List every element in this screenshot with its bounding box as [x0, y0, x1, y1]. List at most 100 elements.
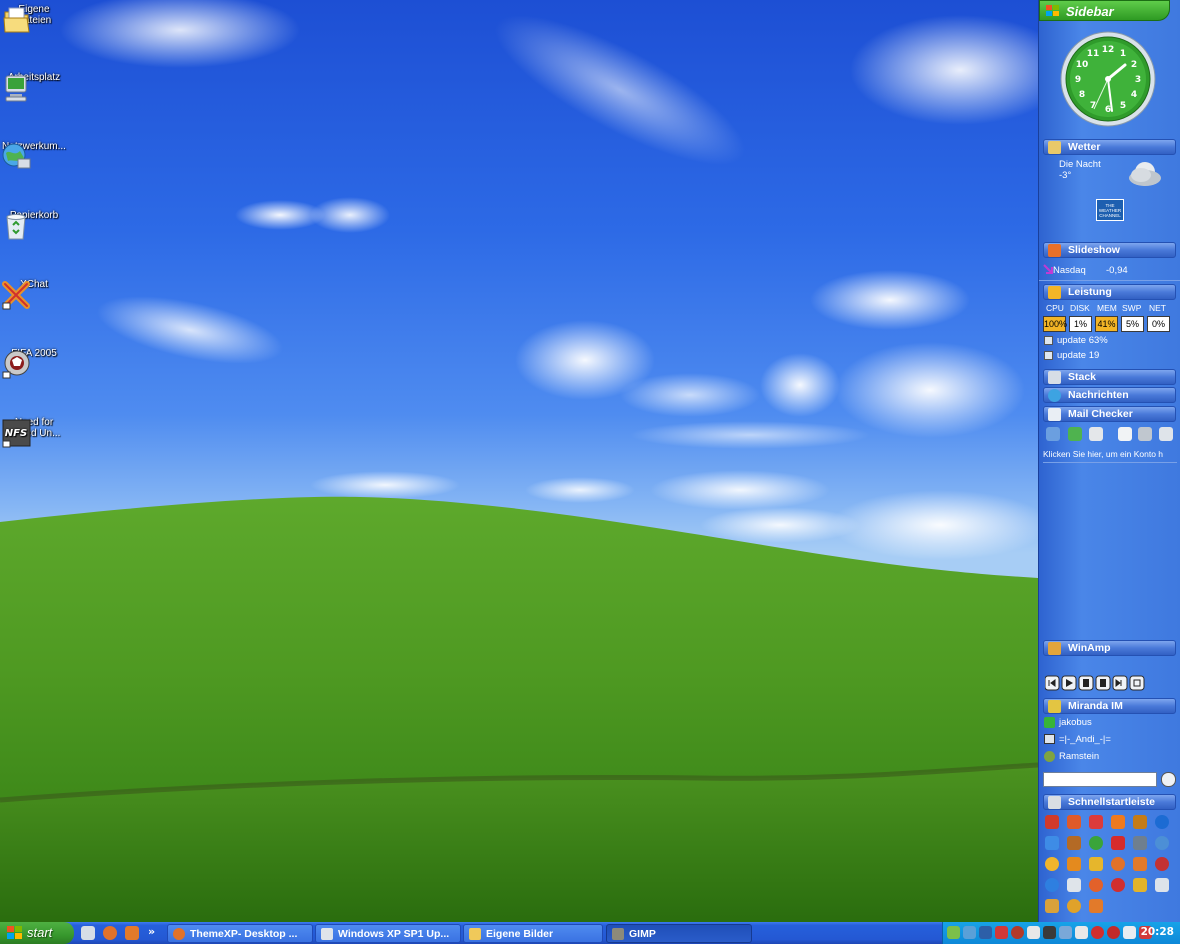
my-computer-icon — [5, 75, 27, 102]
tray-app-icon[interactable] — [979, 926, 992, 939]
app-icon[interactable] — [1045, 836, 1059, 850]
tray-app-icon[interactable] — [995, 926, 1008, 939]
acrobat-reader-icon[interactable] — [1045, 815, 1059, 829]
app-icon[interactable] — [1067, 878, 1081, 892]
app-icon[interactable] — [1067, 899, 1081, 913]
app-icon[interactable] — [1089, 836, 1103, 850]
gadget-miranda-header[interactable]: Miranda IM — [1043, 698, 1176, 714]
desktop-icon-xchat[interactable]: XChat — [0, 279, 68, 310]
gadget-mail-header[interactable]: Mail Checker — [1043, 406, 1176, 422]
slideshow-icon — [1048, 244, 1061, 257]
mail-settings-icon[interactable] — [1138, 427, 1152, 441]
weather-channel-logo[interactable]: THE WEATHER CHANNEL — [1096, 199, 1124, 221]
tray-app-icon[interactable] — [1075, 926, 1088, 939]
winamp-pause-button[interactable] — [1079, 675, 1093, 691]
tray-app-icon[interactable] — [1043, 926, 1056, 939]
svg-text:NFS: NFS — [5, 428, 27, 439]
app-icon[interactable] — [1045, 857, 1059, 871]
app-icon[interactable] — [1067, 815, 1081, 829]
gadget-news-header[interactable]: Nachrichten — [1043, 387, 1176, 403]
app-icon[interactable] — [1089, 878, 1103, 892]
tray-app-icon[interactable] — [1011, 926, 1024, 939]
tray-volume-icon[interactable] — [1123, 926, 1136, 939]
desktop-icon-my-computer[interactable]: Arbeitsplatz — [0, 72, 68, 102]
app-icon[interactable] — [1111, 815, 1125, 829]
divider — [1043, 462, 1177, 463]
winamp-previous-button[interactable] — [1045, 675, 1059, 691]
app-icon[interactable] — [1045, 878, 1059, 892]
app-icon[interactable] — [1155, 878, 1169, 892]
mail-send-receive-icon[interactable] — [1046, 427, 1060, 441]
desktop-icon-network[interactable]: Netzwerkum... — [0, 141, 68, 169]
weather-line1: Die Nacht — [1059, 159, 1101, 170]
app-icon[interactable] — [1067, 857, 1081, 871]
gadget-performance-header[interactable]: Leistung — [1043, 284, 1176, 300]
app-icon[interactable] — [1155, 836, 1169, 850]
app-icon[interactable] — [1089, 899, 1103, 913]
desktop-icon-fifa[interactable]: FIFA 2005 — [0, 348, 68, 379]
xchat-small-icon[interactable] — [1133, 857, 1147, 871]
app-icon[interactable] — [1089, 857, 1103, 871]
stock-down-arrow-icon — [1043, 264, 1053, 274]
tray-app-icon[interactable] — [1027, 926, 1040, 939]
quicklaunch-xchat-icon[interactable] — [125, 926, 139, 940]
desktop-icon-need-for-speed[interactable]: NFS Need for Speed Un... — [0, 417, 68, 448]
tray-app-icon[interactable] — [1091, 926, 1104, 939]
desktop-icon-recycle-bin[interactable]: Papierkorb — [0, 210, 68, 240]
contact-item[interactable]: jakobus — [1059, 717, 1092, 728]
gadget-winamp-header[interactable]: WinAmp — [1043, 640, 1176, 656]
app-icon[interactable] — [1155, 857, 1169, 871]
tray-antivirus-icon[interactable] — [1107, 926, 1120, 939]
taskbar-button-themexp[interactable]: ThemeXP- Desktop ... — [167, 924, 313, 943]
app-icon[interactable] — [1111, 878, 1125, 892]
taskbar-clock[interactable]: 20:28 — [1141, 926, 1174, 938]
app-icon[interactable] — [1155, 815, 1169, 829]
taskbar-button-windows-xp-sp1[interactable]: Windows XP SP1 Up... — [315, 924, 461, 943]
desktop[interactable]: Eigene Dateien Arbeitsplatz Netzwerkum..… — [0, 0, 1038, 922]
perf-label-cpu: CPU — [1046, 303, 1064, 313]
app-icon[interactable] — [1089, 815, 1103, 829]
firefox-icon[interactable] — [1111, 857, 1125, 871]
mail-refresh-icon[interactable] — [1068, 427, 1082, 441]
analog-clock[interactable]: 12 1234567891011 — [1060, 31, 1156, 127]
sidebar-title-bar[interactable]: Sidebar — [1039, 0, 1170, 21]
tray-app-icon[interactable] — [947, 926, 960, 939]
gadget-quicklaunch-header[interactable]: Schnellstartleiste — [1043, 794, 1176, 810]
taskbar-button-gimp[interactable]: GIMP — [606, 924, 752, 943]
taskbar: start » ThemeXP- Desktop ... Windows XP … — [0, 922, 1180, 944]
winamp-stop-button[interactable] — [1096, 675, 1110, 691]
mail-icon — [1048, 408, 1061, 421]
app-icon[interactable] — [1045, 899, 1059, 913]
quicklaunch-firefox-icon[interactable] — [103, 926, 117, 940]
weather-icon — [1048, 141, 1061, 154]
tray-app-icon[interactable] — [963, 926, 976, 939]
taskbar-button-eigene-bilder[interactable]: Eigene Bilder — [463, 924, 603, 943]
key-icon[interactable] — [1133, 878, 1147, 892]
search-go-icon[interactable] — [1161, 772, 1176, 787]
installer-icon — [321, 928, 333, 940]
perf-label-swp: SWP — [1122, 303, 1142, 313]
start-button[interactable]: start — [0, 922, 74, 944]
mail-accounts-icon[interactable] — [1159, 427, 1173, 441]
contact-item[interactable]: =|-_Andi_-|= — [1059, 734, 1111, 745]
app-icon[interactable] — [1133, 815, 1147, 829]
app-icon[interactable] — [1133, 836, 1147, 850]
app-icon[interactable] — [1111, 836, 1125, 850]
quicklaunch-desktop-icon[interactable] — [81, 926, 95, 940]
gadget-slideshow-header[interactable]: Slideshow — [1043, 242, 1176, 258]
sidebar-search-input[interactable] — [1043, 772, 1157, 787]
mail-envelope-icon[interactable] — [1118, 427, 1132, 441]
mail-add-account-link[interactable]: Klicken Sie hier, um ein Konto h — [1043, 449, 1177, 459]
gadget-stack-header[interactable]: Stack — [1043, 369, 1176, 385]
app-icon[interactable] — [1067, 836, 1081, 850]
winamp-play-button[interactable] — [1062, 675, 1076, 691]
contact-online-icon — [1044, 717, 1055, 728]
gadget-weather-header[interactable]: Wetter — [1043, 139, 1176, 155]
winamp-open-button[interactable] — [1130, 675, 1144, 691]
quicklaunch-more-chevron[interactable]: » — [148, 925, 155, 938]
mail-home-icon[interactable] — [1089, 427, 1103, 441]
tray-network-icon[interactable] — [1059, 926, 1072, 939]
winamp-next-button[interactable] — [1113, 675, 1127, 691]
desktop-icon-my-documents[interactable]: Eigene Dateien — [0, 4, 68, 33]
contact-item[interactable]: Ramstein — [1059, 751, 1099, 762]
